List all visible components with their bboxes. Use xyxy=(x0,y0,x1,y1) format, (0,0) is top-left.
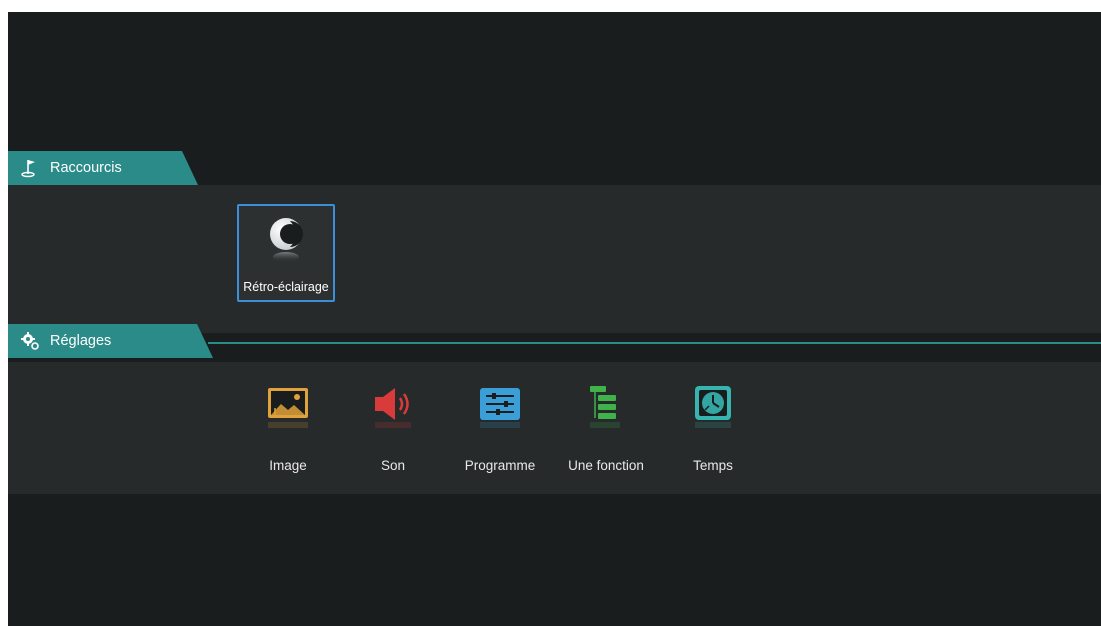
gears-icon xyxy=(20,331,40,351)
list-icon xyxy=(590,386,620,428)
settings-item-son-label: Son xyxy=(380,458,406,473)
backlight-shortcut-label: Rétro-éclairage xyxy=(243,280,329,294)
backlight-moon-icon xyxy=(270,218,303,262)
shortcuts-section-title: Raccourcis xyxy=(50,160,122,176)
settings-item-temps-label: Temps xyxy=(693,458,733,473)
settings-divider-line xyxy=(208,342,1101,344)
settings-section-title: Réglages xyxy=(50,333,112,349)
shortcuts-band xyxy=(8,185,1101,333)
settings-item-une-fonction-label: Une fonction xyxy=(568,458,644,473)
settings-item-son[interactable]: Son xyxy=(348,384,438,473)
settings-item-image[interactable]: Image xyxy=(243,384,333,473)
picture-icon xyxy=(268,388,308,428)
sliders-icon xyxy=(480,388,520,428)
tv-menu-screen: Raccourcis Rétro-éclairage Réglages Imag… xyxy=(8,12,1101,626)
settings-section-header: Réglages xyxy=(8,324,213,358)
clock-icon xyxy=(695,386,731,428)
settings-item-image-label: Image xyxy=(269,458,307,473)
settings-item-programme[interactable]: Programme xyxy=(455,384,545,473)
settings-band xyxy=(8,362,1101,494)
backlight-shortcut-tile[interactable]: Rétro-éclairage xyxy=(237,204,335,302)
settings-item-temps[interactable]: Temps xyxy=(668,384,758,473)
shortcuts-section-header: Raccourcis xyxy=(8,151,198,185)
settings-item-une-fonction[interactable]: Une fonction xyxy=(561,384,651,473)
golf-flag-icon xyxy=(20,158,40,178)
speaker-icon xyxy=(375,388,411,428)
settings-item-programme-label: Programme xyxy=(464,458,536,473)
